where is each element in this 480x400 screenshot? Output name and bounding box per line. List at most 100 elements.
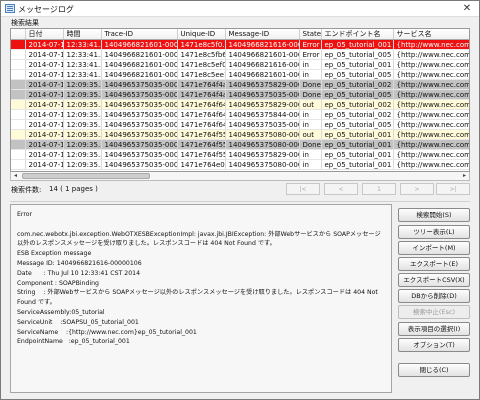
table-cell: Done xyxy=(299,139,322,150)
table-cell: 2014-07-10 xyxy=(25,149,64,160)
prev-page-button[interactable]: < xyxy=(324,183,358,195)
stop-search-button: 検索中止(Esc) xyxy=(398,305,470,319)
close-icon[interactable]: ✕ xyxy=(459,2,475,15)
table-cell: 1404965375035-0000... xyxy=(101,79,178,90)
table-row[interactable]: 2014-07-1012:33:41...1404966821601-0000.… xyxy=(11,49,469,60)
table-cell xyxy=(11,129,26,140)
table-cell: ep_05_tutorial_005 xyxy=(321,69,394,80)
table-cell: ep_05_tutorial_002 xyxy=(321,79,394,90)
table-cell: 1404966821616-0000... xyxy=(225,39,300,50)
column-header[interactable]: Unique-ID xyxy=(177,29,226,40)
table-cell: {http://www.nec.com} xyxy=(393,49,469,60)
search-count-value: 14 ( 1 pages ) xyxy=(49,185,98,193)
column-header[interactable]: サービス名 xyxy=(393,29,469,40)
column-header[interactable]: エンドポイント名 xyxy=(321,29,394,40)
table-cell: 1404965375080-0000... xyxy=(225,129,300,140)
table-cell xyxy=(11,109,26,120)
table-row[interactable]: 2014-07-1012:09:35...1404965375035-0000.… xyxy=(11,129,469,140)
table-cell: 12:33:41... xyxy=(63,59,102,70)
table-cell xyxy=(11,69,26,80)
table-cell: 1471e8c5fb6... xyxy=(177,49,226,60)
column-header[interactable]: Message-ID xyxy=(225,29,300,40)
delete-from-db-button[interactable]: DBから削除(D) xyxy=(398,289,470,303)
table-row[interactable]: 2014-07-1012:09:35...1404965375035-0000.… xyxy=(11,99,469,110)
table-cell: ep_05_tutorial_001 xyxy=(321,59,394,70)
scroll-thumb[interactable] xyxy=(22,173,150,179)
table-cell: 1404965375035-0000... xyxy=(101,89,178,100)
scroll-right-icon[interactable]: ▸ xyxy=(460,172,469,180)
table-cell: {http://www.nec.com} xyxy=(393,109,469,120)
table-cell: 1404965375080-0000... xyxy=(225,159,300,170)
table-cell: 2014-07-10 xyxy=(25,139,64,150)
table-cell xyxy=(11,39,26,50)
next-page-button[interactable]: > xyxy=(400,183,434,195)
table-cell: 1471e8c5ee1... xyxy=(177,69,226,80)
column-header[interactable]: State xyxy=(299,29,322,40)
table-cell: 1404965375035-0000... xyxy=(101,139,178,150)
app-icon xyxy=(5,4,15,13)
table-row[interactable]: 2014-07-1012:09:35...1404965375035-0000.… xyxy=(11,109,469,120)
table-row[interactable]: 2014-07-1012:09:35...1404965375035-0000.… xyxy=(11,89,469,100)
table-row[interactable]: 2014-07-1012:33:41...1404966821601-0000.… xyxy=(11,59,469,70)
column-header[interactable] xyxy=(11,29,26,40)
table-cell: 2014-07-10 xyxy=(25,89,64,100)
column-header[interactable]: Trace-ID xyxy=(101,29,178,40)
scroll-left-icon[interactable]: ◂ xyxy=(11,172,20,180)
table-row[interactable]: 2014-07-1012:09:35...1404965375035-0000.… xyxy=(11,139,469,150)
table-cell: {http://www.nec.com} xyxy=(393,59,469,70)
table-cell: 1404966821601-0000... xyxy=(225,49,300,60)
table-row[interactable]: 2014-07-1012:09:35...1404965375035-0000.… xyxy=(11,119,469,130)
column-header[interactable]: 日付 xyxy=(25,29,64,40)
options-button[interactable]: オプション(T) xyxy=(398,338,470,352)
table-cell: 12:33:41... xyxy=(63,49,102,60)
column-header[interactable]: 時間 xyxy=(63,29,102,40)
table-cell: 2014-07-10 xyxy=(25,39,64,50)
table-row[interactable]: 2014-07-1012:09:35...1404965375035-0000.… xyxy=(11,149,469,160)
table-row[interactable]: 2014-07-1012:09:35...1404965375035-0000.… xyxy=(11,79,469,90)
window-title: メッセージログ xyxy=(18,5,74,14)
table-row[interactable]: 2014-07-1012:33:41...1404966821601-0000.… xyxy=(11,69,469,80)
page-number[interactable]: 1 xyxy=(362,183,396,195)
table-cell: 2014-07-10 xyxy=(25,159,64,170)
table-cell: out xyxy=(299,129,322,140)
table-cell: 12:09:35... xyxy=(63,149,102,160)
table-cell xyxy=(11,139,26,150)
table-cell xyxy=(11,49,26,60)
select-columns-button[interactable]: 表示項目の選択(I) xyxy=(398,322,470,336)
close-button[interactable]: 閉じる(C) xyxy=(398,363,470,377)
message-log-window: メッセージログ ✕ 検索結果 日付 時間 Trace-ID Unique-ID Mess… xyxy=(0,0,480,400)
table-row[interactable]: 2014-07-1012:09:35...1404965375035-0000.… xyxy=(11,159,469,170)
table-cell: ep_05_tutorial_001 xyxy=(321,139,394,150)
table-cell xyxy=(11,149,26,160)
table-cell: 1471e764f4a... xyxy=(177,79,226,90)
table-cell: ep_05_tutorial_005 xyxy=(321,49,394,60)
table-cell: ep_05_tutorial_001 xyxy=(321,149,394,160)
tree-view-button[interactable]: ツリー表示(L) xyxy=(398,225,470,239)
table-cell: 12:09:35... xyxy=(63,79,102,90)
table-cell: Error xyxy=(299,39,322,50)
table-cell: 1404965375035-0000... xyxy=(225,89,300,100)
table-cell: {http://www.nec.com} xyxy=(393,159,469,170)
horizontal-scrollbar[interactable]: ◂ ▸ xyxy=(10,172,470,181)
table-cell: 1471e764f55... xyxy=(177,129,226,140)
table-cell: 1404966821601-0000... xyxy=(101,59,178,70)
table-cell: 12:09:35... xyxy=(63,129,102,140)
table-cell: ep_05_tutorial_001 xyxy=(321,159,394,170)
table-cell: {http://www.nec.com} xyxy=(393,79,469,90)
export-csv-button[interactable]: エクスポートCSV(X) xyxy=(398,273,470,287)
last-page-button[interactable]: >| xyxy=(436,183,470,195)
results-table[interactable]: 日付 時間 Trace-ID Unique-ID Message-ID State エンドポ… xyxy=(10,28,470,172)
import-button[interactable]: インポート(M) xyxy=(398,241,470,255)
message-detail[interactable]: Error com.nec.webotx.jbi.exception.WebOT… xyxy=(10,204,392,393)
export-button[interactable]: エクスポート(E) xyxy=(398,257,470,271)
table-cell: 1404965375829-0000... xyxy=(225,99,300,110)
table-cell: 12:33:41... xyxy=(63,39,102,50)
first-page-button[interactable]: |< xyxy=(286,183,320,195)
table-row[interactable]: 2014-07-1012:33:41...1404966821601-0000.… xyxy=(11,39,469,50)
search-start-button[interactable]: 検索開始(S) xyxy=(398,208,470,222)
divider xyxy=(10,201,470,202)
table-cell: 12:33:41... xyxy=(63,69,102,80)
table-cell: out xyxy=(299,99,322,110)
table-cell: in xyxy=(299,149,322,160)
table-cell: 12:09:35... xyxy=(63,139,102,150)
